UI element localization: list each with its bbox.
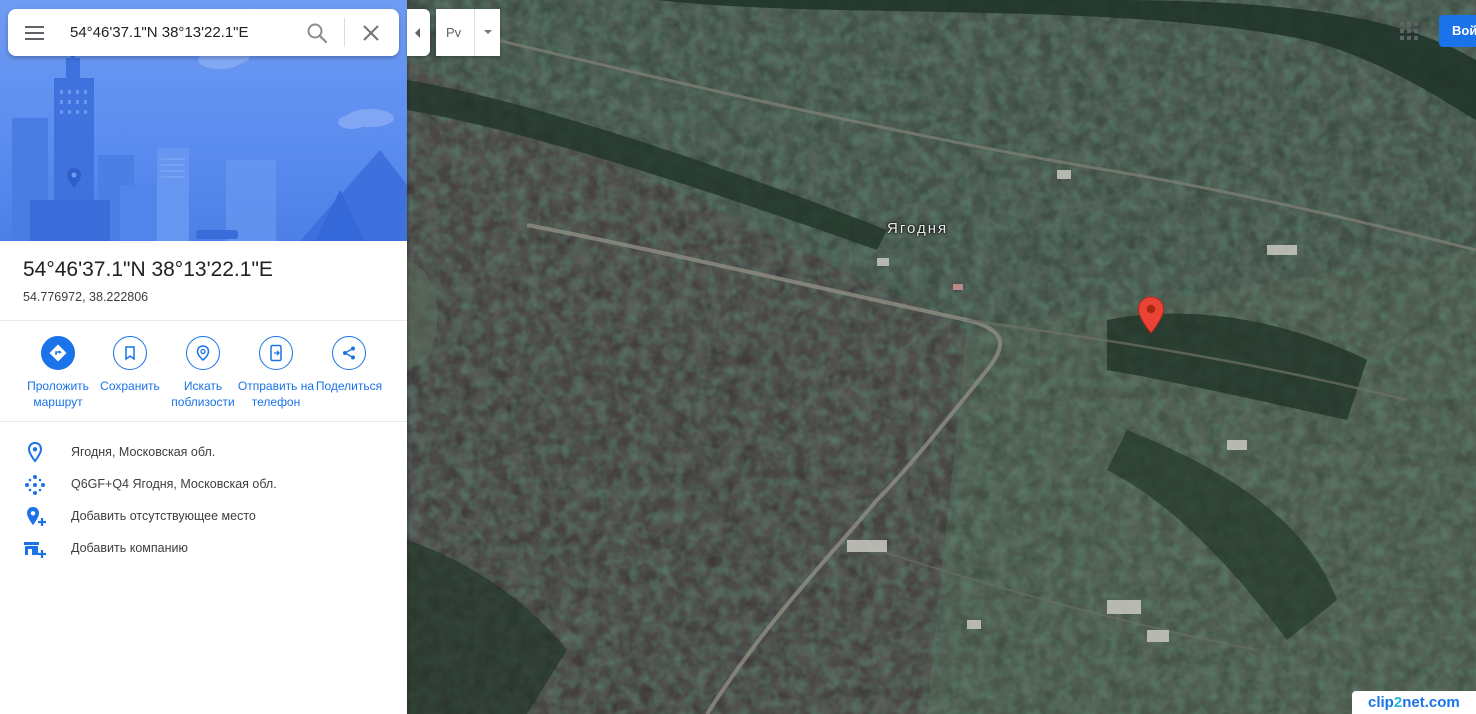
village-label[interactable]: Ягодня — [887, 220, 948, 237]
apps-grid-icon[interactable] — [1399, 21, 1419, 41]
save-button[interactable]: Сохранить — [90, 336, 170, 394]
plus-code-text: Q6GF+Q4 Ягодня, Московская обл. — [71, 477, 277, 491]
divider — [0, 421, 407, 422]
search-icon[interactable] — [305, 21, 329, 45]
watermark: clip2net.com — [1352, 691, 1476, 714]
menu-icon[interactable] — [22, 20, 48, 46]
add-business-row[interactable]: Добавить компанию — [0, 533, 407, 565]
satellite-imagery — [407, 0, 1476, 714]
nearby-icon — [186, 336, 220, 370]
layer-select[interactable]: Pv — [436, 9, 500, 56]
directions-label: Проложить маршрут — [27, 379, 89, 409]
add-place-text: Добавить отсутствующее место — [71, 509, 256, 523]
add-place-icon — [27, 507, 46, 526]
share-button[interactable]: Поделиться — [309, 336, 389, 394]
layer-select-divider — [474, 9, 475, 56]
satellite-map[interactable] — [407, 0, 1476, 714]
search-input[interactable] — [70, 19, 298, 45]
directions-button[interactable]: Проложить маршрут — [18, 336, 98, 410]
send-to-phone-button[interactable]: Отправить на телефон — [236, 336, 316, 410]
location-pin-icon — [27, 441, 43, 463]
place-decimal-coords: 54.776972, 38.222806 — [23, 290, 149, 304]
address-row[interactable]: Ягодня, Московская обл. — [0, 437, 407, 469]
divider — [0, 320, 407, 321]
bookmark-icon — [113, 336, 147, 370]
address-text: Ягодня, Московская обл. — [71, 445, 216, 459]
map-pin-icon[interactable] — [1137, 296, 1165, 334]
layer-select-value: Pv — [446, 25, 462, 40]
side-panel: 54°46'37.1"N 38°13'22.1"E 54.776972, 38.… — [0, 0, 407, 714]
add-business-icon — [24, 542, 46, 558]
plus-code-icon — [25, 475, 45, 495]
sign-in-button[interactable]: Войти — [1439, 15, 1476, 47]
directions-icon — [41, 336, 75, 370]
collapse-panel-button[interactable] — [407, 9, 430, 56]
add-business-text: Добавить компанию — [71, 541, 188, 555]
chevron-down-icon — [484, 30, 492, 34]
search-divider — [344, 18, 345, 47]
share-icon — [332, 336, 366, 370]
collapse-arrow-icon — [415, 28, 420, 38]
plus-code-row[interactable]: Q6GF+Q4 Ягодня, Московская обл. — [0, 469, 407, 501]
nearby-button[interactable]: Искать поблизости — [163, 336, 243, 410]
close-icon[interactable] — [359, 21, 383, 45]
nearby-label: Искать поблизости — [171, 379, 235, 409]
save-label: Сохранить — [100, 379, 160, 393]
share-label: Поделиться — [315, 379, 383, 393]
place-title: 54°46'37.1"N 38°13'22.1"E — [23, 258, 273, 281]
send-to-phone-label: Отправить на телефон — [237, 379, 315, 409]
add-place-row[interactable]: Добавить отсутствующее место — [0, 501, 407, 533]
send-to-phone-icon — [259, 336, 293, 370]
search-box — [8, 9, 399, 56]
